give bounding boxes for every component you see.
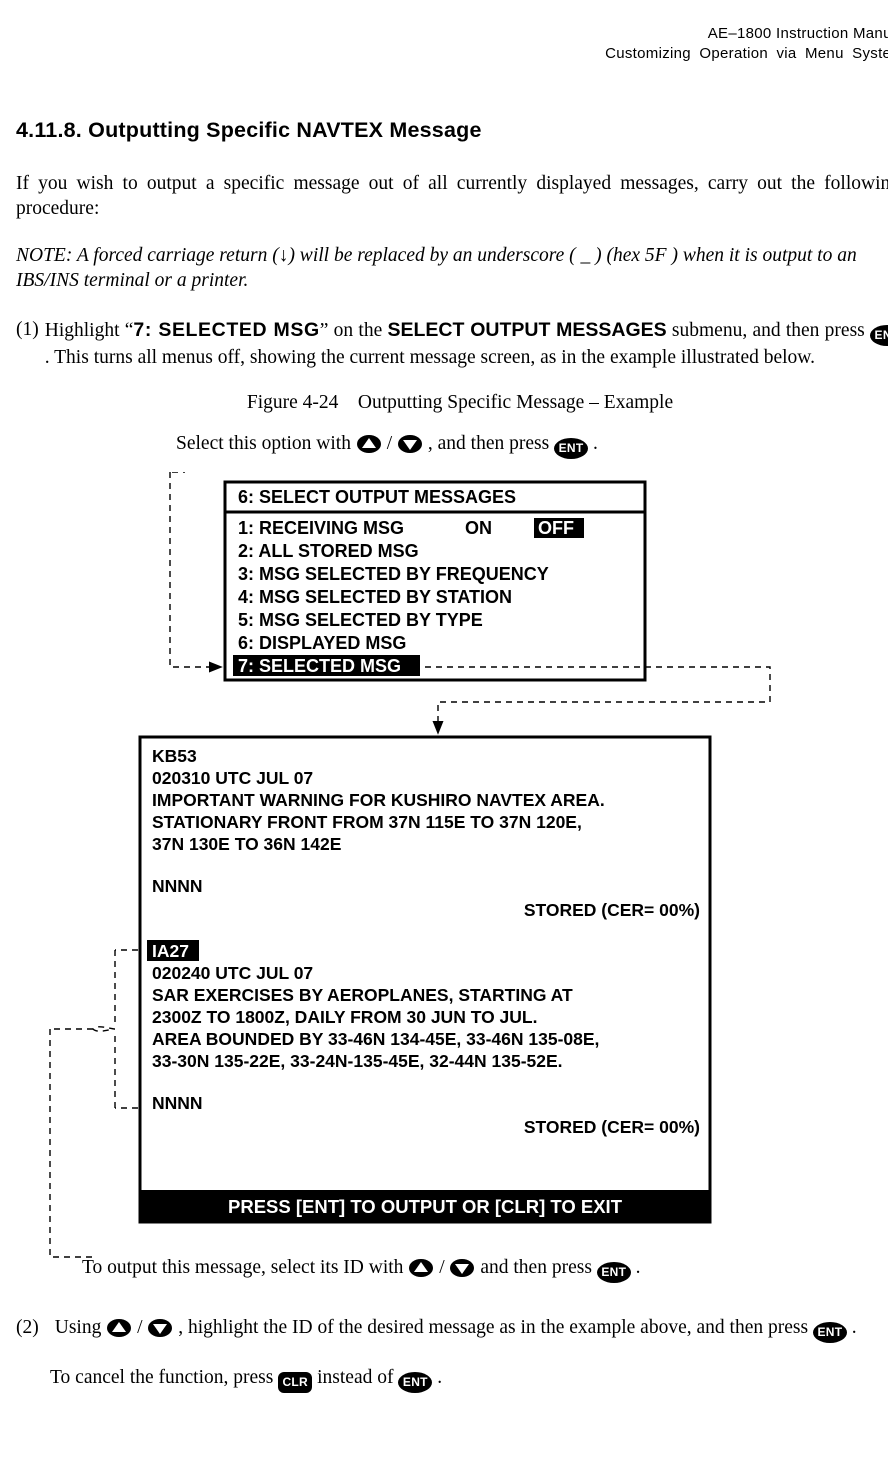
msg1-l1: IMPORTANT WARNING FOR KUSHIRO NAVTEX ARE…	[152, 790, 605, 810]
msg2-id: IA27	[152, 941, 189, 961]
message-screen: KB53 020310 UTC JUL 07 IMPORTANT WARNING…	[140, 737, 710, 1222]
step1: (1) Highlight “7: SELECTED MSG” on the S…	[16, 318, 888, 371]
step1-d: SELECT OUTPUT MESSAGES	[387, 319, 666, 341]
callout-bottom-slash: /	[434, 1257, 449, 1278]
msg-footer: PRESS [ENT] TO OUTPUT OR [CLR] TO EXIT	[228, 1196, 623, 1217]
step1-number: (1)	[16, 318, 39, 343]
msg2-l4: 33-30N 135-22E, 33-24N-135-45E, 32-44N 1…	[152, 1051, 563, 1071]
header-line2: Customizing Operation via Menu System	[16, 44, 888, 64]
menu-item-2: 2: ALL STORED MSG	[238, 541, 419, 561]
step1-e: submenu, and then press	[667, 320, 870, 341]
up-key-icon	[408, 1258, 434, 1286]
section-heading: 4.11.8. Outputting Specific NAVTEX Messa…	[16, 117, 888, 145]
msg2-l2: 2300Z TO 1800Z, DAILY FROM 30 JUN TO JUL…	[152, 1007, 537, 1027]
ent-key-icon: ENT	[398, 1372, 432, 1393]
step2-b: , highlight the ID of the desired messag…	[173, 1317, 813, 1338]
callout-top-slash: /	[382, 433, 397, 454]
step1-text: Highlight “7: SELECTED MSG” on the SELEC…	[45, 318, 888, 371]
step2-number: (2)	[16, 1316, 39, 1341]
step1-c: ” on the	[320, 320, 388, 341]
up-key-icon	[356, 434, 382, 462]
ent-key-icon: ENT	[597, 1262, 631, 1283]
callout-top-a: Select this option with	[176, 433, 356, 454]
callout-top: Select this option with / , and then pre…	[176, 432, 888, 462]
ent-key-icon: ENT	[813, 1322, 847, 1343]
msg1-end: NNNN	[152, 876, 203, 896]
step2b-a: To cancel the function, press	[50, 1367, 278, 1388]
msg2-l3: AREA BOUNDED BY 33-46N 134-45E, 33-46N 1…	[152, 1029, 599, 1049]
section-title: Outputting Specific NAVTEX Message	[88, 118, 481, 142]
callout-bottom-b: and then press	[475, 1257, 596, 1278]
step2-c: .	[847, 1317, 857, 1338]
step2: (2) Using / , highlight the ID of the de…	[16, 1316, 888, 1346]
menu-panel: 6: SELECT OUTPUT MESSAGES 1: RECEIVING M…	[225, 482, 645, 680]
menu-opt-on: ON	[465, 518, 492, 538]
ent-key-icon: ENT	[554, 438, 588, 459]
step2b-c: .	[432, 1367, 442, 1388]
up-key-icon	[106, 1318, 132, 1346]
figure-diagram: 6: SELECT OUTPUT MESSAGES 1: RECEIVING M…	[30, 472, 888, 1262]
msg2-time: 020240 UTC JUL 07	[152, 963, 313, 983]
menu-opt-off: OFF	[538, 518, 574, 538]
msg2-stored: STORED (CER= 00%)	[524, 1117, 700, 1137]
step2b-b: instead of	[312, 1367, 398, 1388]
note-paragraph: NOTE: A forced carriage return (↓) will …	[16, 244, 888, 294]
msg1-stored: STORED (CER= 00%)	[524, 900, 700, 920]
step2b: To cancel the function, press CLR instea…	[50, 1366, 888, 1393]
msg2-l1: SAR EXERCISES BY AEROPLANES, STARTING AT	[152, 985, 573, 1005]
step2-a: Using	[55, 1317, 106, 1338]
callout-bottom: To output this message, select its ID wi…	[82, 1256, 888, 1286]
step2-slash: /	[132, 1317, 147, 1338]
menu-item-4: 4: MSG SELECTED BY STATION	[238, 587, 512, 607]
msg1-id: KB53	[152, 746, 197, 766]
step1-f: . This turns all menus off, showing the …	[45, 347, 815, 368]
menu-item-7: 7: SELECTED MSG	[238, 656, 401, 676]
header-line1: AE–1800 Instruction Manual	[16, 24, 888, 44]
menu-item-5: 5: MSG SELECTED BY TYPE	[238, 610, 483, 630]
callout-top-b: , and then press	[423, 433, 554, 454]
menu-item-3: 3: MSG SELECTED BY FREQUENCY	[238, 564, 549, 584]
ent-key-icon: ENT	[870, 325, 888, 346]
msg1-l3: 37N 130E TO 36N 142E	[152, 834, 341, 854]
msg2-end: NNNN	[152, 1093, 203, 1113]
callout-bottom-a: To output this message, select its ID wi…	[82, 1257, 408, 1278]
menu-title: 6: SELECT OUTPUT MESSAGES	[238, 487, 516, 507]
down-key-icon	[397, 434, 423, 462]
step1-b: 7: SELECTED MSG	[133, 319, 319, 341]
step1-a: Highlight “	[45, 320, 134, 341]
msg1-l2: STATIONARY FRONT FROM 37N 115E TO 37N 12…	[152, 812, 582, 832]
intro-paragraph: If you wish to output a specific message…	[16, 172, 888, 222]
section-number: 4.11.8.	[16, 118, 82, 142]
clr-key-icon: CLR	[278, 1372, 312, 1393]
down-key-icon	[449, 1258, 475, 1286]
callout-bottom-period: .	[631, 1257, 641, 1278]
msg1-time: 020310 UTC JUL 07	[152, 768, 313, 788]
menu-item-6: 6: DISPLAYED MSG	[238, 633, 406, 653]
down-key-icon	[147, 1318, 173, 1346]
callout-top-period: .	[588, 433, 598, 454]
menu-item-1: 1: RECEIVING MSG	[238, 518, 404, 538]
page-header: AE–1800 Instruction Manual Customizing O…	[16, 24, 888, 65]
figure-caption: Figure 4-24 Outputting Specific Message …	[16, 391, 888, 416]
step2-text: Using / , highlight the ID of the desire…	[55, 1316, 857, 1346]
